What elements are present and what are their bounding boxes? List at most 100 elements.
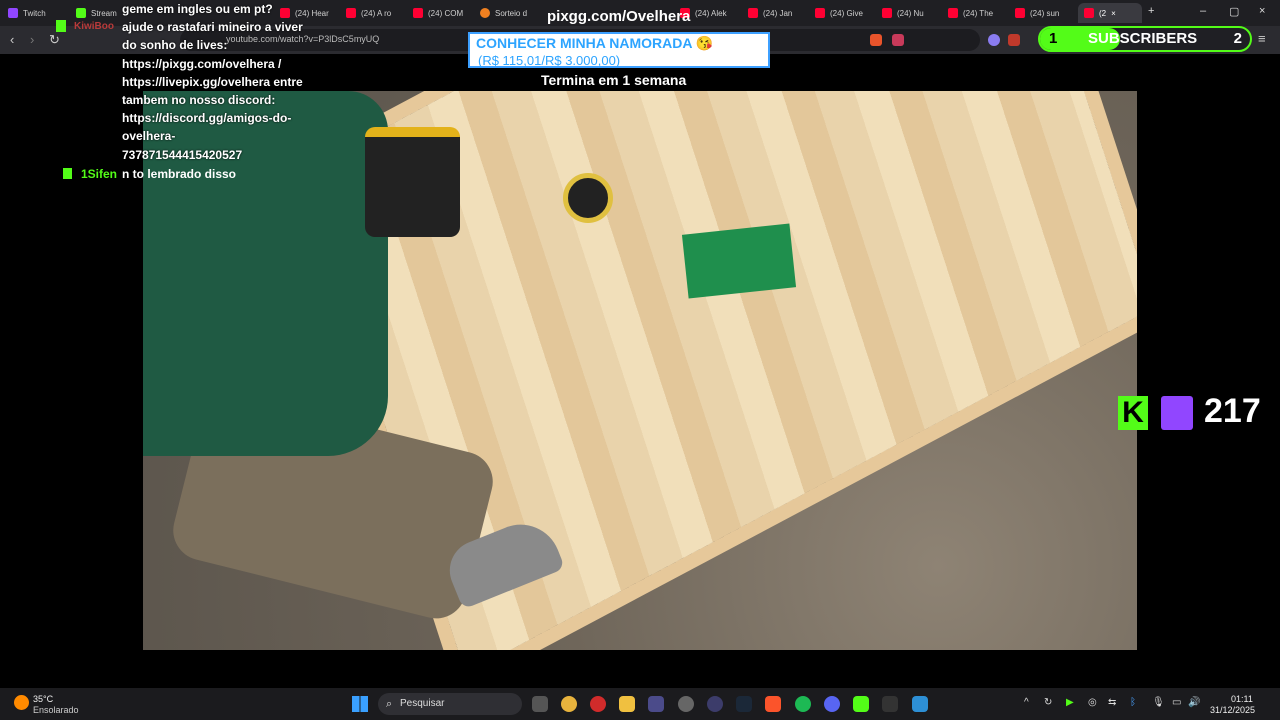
chat-line: https://livepix.gg/ovelhera entre — [122, 74, 303, 89]
viewer-count: 217 — [1204, 392, 1261, 430]
volume-icon[interactable]: 🔊 — [1188, 697, 1200, 708]
epic-icon[interactable] — [882, 696, 898, 712]
clock-time[interactable]: 01:11 — [1231, 694, 1253, 704]
tray-share-icon[interactable]: ⇆ — [1108, 697, 1116, 708]
twitch-logo-icon — [1161, 396, 1193, 430]
subscriber-goal-bar: 1 SUBSCRIBERS 2 — [1038, 26, 1252, 52]
tab-youtube[interactable]: (24) Nu — [882, 3, 938, 23]
tab-label: Stream — [91, 8, 117, 18]
youtube-icon — [948, 8, 958, 18]
chat-message: n to lembrado disso — [122, 167, 237, 181]
clock-date[interactable]: 31/12/2025 — [1210, 705, 1255, 715]
weather-description[interactable]: Ensolarado — [33, 705, 79, 715]
youtube-icon — [1015, 8, 1025, 18]
kick-badge-icon — [56, 20, 66, 32]
weather-icon[interactable] — [14, 695, 29, 710]
network-icon[interactable]: ▭ — [1172, 697, 1181, 708]
chat-line: geme em ingles ou em pt? — [122, 2, 273, 16]
tab-label: (2 — [1099, 8, 1107, 18]
donation-url: pixgg.com/Ovelhera — [547, 8, 691, 25]
kick-badge-icon — [63, 168, 72, 179]
folder-icon[interactable] — [619, 696, 635, 712]
reload-icon[interactable]: ↻ — [49, 32, 60, 48]
tab-label: (24) Nu — [897, 8, 924, 18]
tab-label: (24) A ro — [361, 8, 392, 18]
back-icon[interactable]: ‹ — [10, 32, 14, 47]
tab-label: (24) COM — [428, 8, 464, 18]
extension-icon[interactable] — [1008, 34, 1020, 46]
chat-line: 737871544415420527 — [122, 147, 243, 162]
tray-refresh-icon[interactable]: ↻ — [1044, 697, 1052, 708]
app3-icon[interactable] — [912, 696, 928, 712]
steam-icon[interactable] — [736, 696, 752, 712]
chat-line: ajude o rastafari mineiro a viver — [122, 20, 303, 35]
app2-icon[interactable] — [707, 696, 723, 712]
tab-youtube[interactable]: (24) Give — [815, 3, 871, 23]
subscriber-goal: 2 — [1233, 30, 1242, 47]
tab-youtube[interactable]: (24) The — [948, 3, 1004, 23]
screw-box — [681, 223, 797, 299]
tab-youtube[interactable]: (24) sun — [1015, 3, 1071, 23]
chat-line: do sonho de lives: — [122, 38, 228, 53]
play-icon[interactable] — [853, 696, 869, 712]
chat-line: tambem no nosso discord: — [122, 93, 276, 108]
goal-title: CONHECER MINHA NAMORADA 😘 — [476, 35, 714, 51]
tray-play-icon[interactable]: ▶ — [1066, 697, 1074, 708]
tab-label: (24) Alek — [695, 8, 727, 18]
brave-shield-icon[interactable] — [870, 34, 882, 46]
minimize-icon[interactable]: – — [1200, 5, 1206, 17]
chat-line: https://pixgg.com/ovelhera / — [122, 56, 282, 71]
bluetooth-icon[interactable]: ᛒ — [1130, 697, 1136, 708]
tab-sorteio[interactable]: Sorteio d — [480, 3, 538, 23]
spotify-icon[interactable] — [795, 696, 811, 712]
chat-line: ovelhera- — [122, 129, 176, 144]
search-icon: ⌕ — [386, 698, 393, 710]
chrome-icon[interactable] — [561, 696, 577, 712]
brave-icon[interactable] — [765, 696, 781, 712]
chat-username: KiwiBoo — [74, 21, 114, 32]
tab-active[interactable]: (2 × — [1078, 3, 1142, 23]
maximize-icon[interactable]: ▢ — [1229, 5, 1239, 18]
opera-icon[interactable] — [590, 696, 606, 712]
youtube-icon — [815, 8, 825, 18]
tray-chevron-icon[interactable]: ^ — [1024, 697, 1029, 708]
close-icon[interactable]: × — [1111, 9, 1116, 18]
discord-icon[interactable] — [824, 696, 840, 712]
brave-rewards-icon[interactable] — [892, 34, 904, 46]
tab-youtube[interactable]: (24) A ro — [346, 3, 402, 23]
kick-logo-icon: K — [1118, 396, 1148, 430]
tray-app-icon[interactable]: ◎ — [1088, 697, 1097, 708]
search-label: Pesquisar — [400, 698, 445, 709]
extension-icon[interactable] — [988, 34, 1000, 46]
orange-icon — [480, 8, 490, 18]
taskbar-search[interactable]: ⌕ Pesquisar — [378, 693, 522, 715]
youtube-icon — [346, 8, 356, 18]
github-icon[interactable] — [678, 696, 694, 712]
kick-icon — [76, 8, 86, 18]
chat-line: https://discord.gg/amigos-do- — [122, 111, 292, 126]
goal-amount: (R$ 115,01/R$ 3.000,00) — [478, 53, 621, 68]
app-icon[interactable] — [648, 696, 664, 712]
drill — [365, 127, 460, 237]
tab-label: (24) Give — [830, 8, 863, 18]
tab-youtube[interactable]: (24) Jan — [748, 3, 804, 23]
youtube-icon — [1084, 8, 1094, 18]
tape-measure — [563, 173, 613, 223]
tab-label: (24) Jan — [763, 8, 793, 18]
weather-temperature[interactable]: 35°C — [33, 694, 53, 704]
close-window-icon[interactable]: × — [1259, 5, 1265, 17]
task-view-icon[interactable] — [532, 696, 548, 712]
forward-icon[interactable]: › — [30, 32, 34, 47]
video-frame[interactable] — [143, 91, 1137, 650]
subscriber-count: 1 — [1049, 30, 1058, 47]
tab-youtube[interactable]: (24) COM — [413, 3, 469, 23]
microphone-icon[interactable]: 🎙 — [1152, 697, 1165, 708]
new-tab-icon[interactable]: + — [1148, 5, 1154, 17]
youtube-icon — [882, 8, 892, 18]
chat-overlay: geme em ingles ou em pt? ajude o rastafa… — [122, 0, 322, 164]
twitch-icon — [8, 8, 18, 18]
windows-start-icon[interactable] — [352, 696, 368, 712]
donation-goal-box: CONHECER MINHA NAMORADA 😘 (R$ 115,01/R$ … — [468, 32, 770, 68]
goal-ends: Termina em 1 semana — [541, 72, 687, 88]
menu-icon[interactable]: ≡ — [1258, 31, 1266, 46]
